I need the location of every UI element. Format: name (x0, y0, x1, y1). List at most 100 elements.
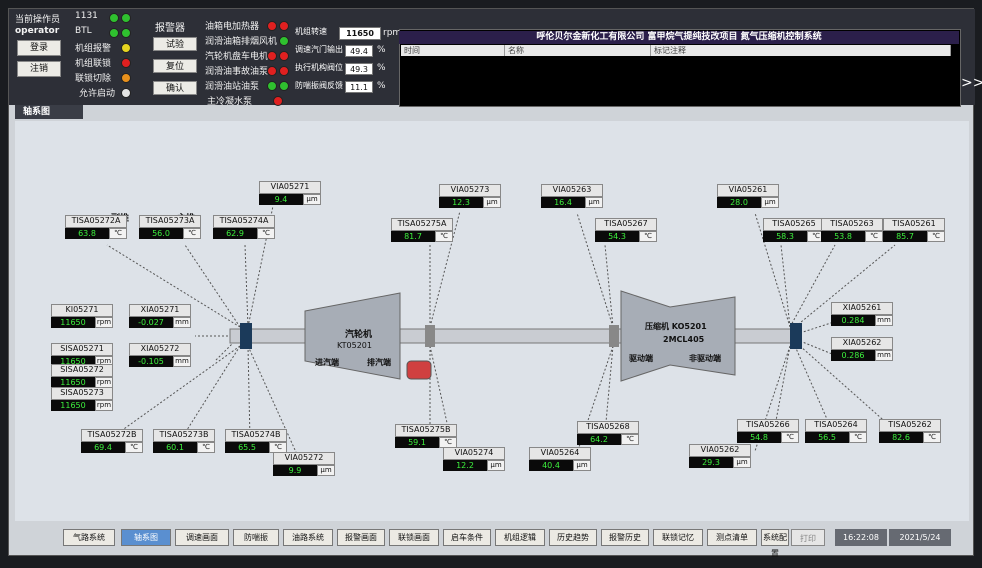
tag-tisa05261[interactable]: TISA05261 85.7 ℃ (883, 218, 945, 242)
status-led (121, 73, 131, 83)
alarm-col-name[interactable]: 名称 (505, 45, 651, 56)
tag-name: TISA05275B (395, 424, 457, 437)
tag-sisa05272[interactable]: SISA05272 11650 rpm (51, 364, 113, 388)
tag-via05263[interactable]: VIA05263 16.4 μm (541, 184, 603, 208)
tag-name: TISA05267 (595, 218, 657, 231)
nav-button-3[interactable]: 防喘振 (233, 529, 279, 546)
nav-button-2[interactable]: 调速画面 (175, 529, 229, 546)
tag-value: 58.3 (763, 231, 807, 242)
tag-name: XIA05272 (129, 343, 191, 356)
tag-via05261[interactable]: VIA05261 28.0 μm (717, 184, 779, 208)
tag-name: TISA05268 (577, 421, 639, 434)
tag-tisa05273a[interactable]: TISA05273A 56.0 ℃ (139, 215, 201, 239)
tag-name: TISA05263 (821, 218, 883, 231)
tag-name: XIA05271 (129, 304, 191, 317)
print-button[interactable]: 打印 (791, 529, 825, 546)
tag-xia05261[interactable]: XIA05261 0.284 mm (831, 302, 893, 326)
expand-arrow-icon[interactable]: >> (961, 75, 982, 91)
metric-actuator-value: 49.3 (345, 63, 373, 75)
tag-via05271[interactable]: VIA05271 9.4 μm (259, 181, 321, 205)
logout-button[interactable]: 注销 (17, 61, 61, 77)
equip-led (267, 21, 277, 31)
tag-tisa05266[interactable]: TISA05266 54.8 ℃ (737, 419, 799, 443)
nav-button-0[interactable]: 气路系统 (63, 529, 115, 546)
tag-name: TISA05265 (763, 218, 825, 231)
login-button[interactable]: 登录 (17, 40, 61, 56)
nav-button-13[interactable]: 系统配置 (761, 529, 789, 558)
tag-xia05262[interactable]: XIA05262 0.286 mm (831, 337, 893, 361)
turbine-outlet-label: 排汽端 (367, 358, 391, 367)
operator-name: operator (15, 26, 60, 36)
tag-xia05272[interactable]: XIA05272 -0.105 mm (129, 343, 191, 367)
nav-button-8[interactable]: 机组逻辑 (495, 529, 545, 546)
tag-via05273[interactable]: VIA05273 12.3 μm (439, 184, 501, 208)
status-led (109, 28, 119, 38)
tag-name: VIA05261 (717, 184, 779, 197)
tag-tisa05275b[interactable]: TISA05275B 59.1 ℃ (395, 424, 457, 448)
tag-name: TISA05264 (805, 419, 867, 432)
tag-tisa05273b[interactable]: TISA05273B 60.1 ℃ (153, 429, 215, 453)
tag-value: 53.8 (821, 231, 865, 242)
equip-label: 汽轮机盘车电机 (205, 52, 269, 62)
nav-button-11[interactable]: 联锁记忆 (653, 529, 703, 546)
tag-via05262[interactable]: VIA05262 29.3 μm (689, 444, 751, 468)
turbine-inlet-label: 进汽端 (315, 358, 339, 367)
tag-value: 11650 (51, 400, 95, 411)
tag-xia05271[interactable]: XIA05271 -0.027 mm (129, 304, 191, 328)
nav-button-4[interactable]: 油路系统 (283, 529, 333, 546)
tag-value: 0.284 (831, 315, 875, 326)
equip-led (279, 21, 289, 31)
equip-led (279, 36, 289, 46)
status-label-1131: 1131 (75, 11, 98, 21)
alarm-col-note[interactable]: 标记注释 (651, 45, 951, 56)
tag-tisa05268[interactable]: TISA05268 64.2 ℃ (577, 421, 639, 445)
test-button[interactable]: 试验 (153, 37, 197, 51)
tag-name: TISA05274A (213, 215, 275, 228)
tag-value: 63.8 (65, 228, 109, 239)
tag-value: 29.3 (689, 457, 733, 468)
tag-name: TISA05272B (81, 429, 143, 442)
tag-tisa05267[interactable]: TISA05267 54.3 ℃ (595, 218, 657, 242)
tag-tisa05275a[interactable]: TISA05275A 81.7 ℃ (391, 218, 453, 242)
tag-name: TISA05274B (225, 429, 287, 442)
equip-led (267, 51, 277, 61)
tag-tisa05263[interactable]: TISA05263 53.8 ℃ (821, 218, 883, 242)
tag-name: SISA05271 (51, 343, 113, 356)
equip-led (279, 66, 289, 76)
tag-ki05271[interactable]: KI05271 11650 rpm (51, 304, 113, 328)
nav-button-10[interactable]: 报警历史 (601, 529, 649, 546)
tag-tisa05262[interactable]: TISA05262 82.6 ℃ (879, 419, 941, 443)
tag-name: SISA05272 (51, 364, 113, 377)
reset-button[interactable]: 复位 (153, 59, 197, 73)
status-label-unit-interlock: 机组联锁 (75, 59, 112, 69)
tag-value: 40.4 (529, 460, 573, 471)
tag-value: 12.3 (439, 197, 483, 208)
tag-name: TISA05261 (883, 218, 945, 231)
status-led (121, 28, 131, 38)
tag-unit: μm (487, 460, 505, 471)
tag-tisa05272a[interactable]: TISA05272A 63.8 ℃ (65, 215, 127, 239)
tag-sisa05273[interactable]: SISA05273 11650 rpm (51, 387, 113, 411)
tag-tisa05274a[interactable]: TISA05274A 62.9 ℃ (213, 215, 275, 239)
tag-tisa05265[interactable]: TISA05265 58.3 ℃ (763, 218, 825, 242)
tag-tisa05274b[interactable]: TISA05274B 65.5 ℃ (225, 429, 287, 453)
nav-button-5[interactable]: 报警画面 (337, 529, 385, 546)
tag-unit: mm (875, 315, 893, 326)
nav-button-6[interactable]: 联锁画面 (389, 529, 439, 546)
tag-unit: ℃ (257, 228, 275, 239)
tag-via05272[interactable]: VIA05272 9.9 μm (273, 452, 335, 476)
tag-tisa05272b[interactable]: TISA05272B 69.4 ℃ (81, 429, 143, 453)
tag-tisa05264[interactable]: TISA05264 56.5 ℃ (805, 419, 867, 443)
nav-button-9[interactable]: 历史趋势 (549, 529, 597, 546)
tag-via05274[interactable]: VIA05274 12.2 μm (443, 447, 505, 471)
alarm-col-time[interactable]: 时间 (401, 45, 505, 56)
tag-value: 11650 (51, 317, 95, 328)
nav-button-12[interactable]: 测点清单 (707, 529, 757, 546)
tag-value: 16.4 (541, 197, 585, 208)
tag-via05264[interactable]: VIA05264 40.4 μm (529, 447, 591, 471)
turbine-id: KT05201 (337, 341, 372, 350)
nav-button-1[interactable]: 轴系图 (121, 529, 171, 546)
acknowledge-button[interactable]: 确认 (153, 81, 197, 95)
nav-button-7[interactable]: 启车条件 (443, 529, 491, 546)
tag-name: VIA05263 (541, 184, 603, 197)
